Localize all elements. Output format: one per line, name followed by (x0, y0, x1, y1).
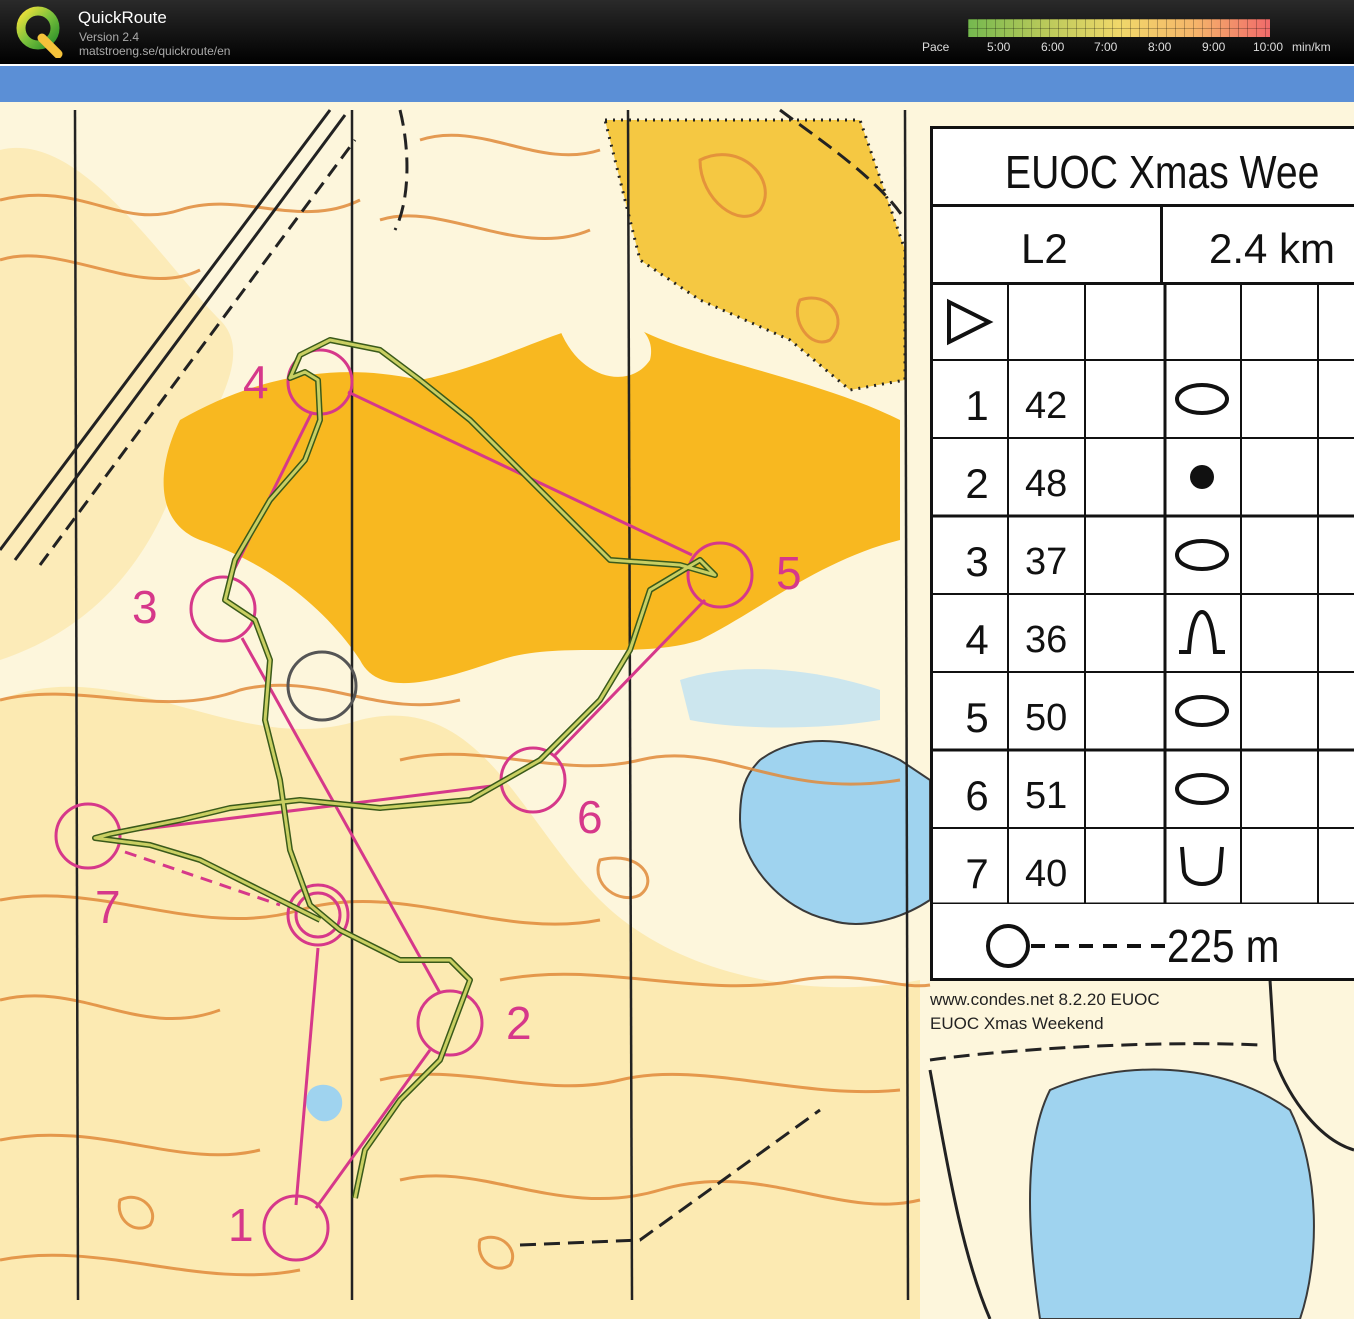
control-label: 1 (228, 1199, 254, 1251)
pace-tick: 5:00 (987, 40, 1011, 54)
lake (1029, 1068, 1315, 1319)
map-top-edge (0, 66, 1354, 102)
control-number: 6 (965, 772, 989, 819)
app-name: QuickRoute (78, 8, 167, 27)
control-code: 36 (1025, 619, 1068, 661)
app-header-bar: QuickRoute Version 2.4 matstroeng.se/qui… (0, 0, 1354, 64)
course-name: L2 (1021, 225, 1068, 272)
control-number: 3 (965, 538, 989, 585)
pace-label: Pace (922, 40, 950, 54)
control-description-sheet: EUOC Xmas Wee L2 2.4 km 1 42 2 48 3 37 4… (930, 126, 1354, 981)
pace-tick: 10:00 (1253, 40, 1284, 54)
control-label: 7 (95, 881, 121, 933)
pace-tick: 6:00 (1041, 40, 1065, 54)
control-code: 42 (1025, 385, 1068, 427)
oval-icon (1175, 695, 1229, 727)
finish-circle-icon (986, 924, 1030, 968)
control-code: 50 (1025, 697, 1068, 739)
pace-scale-grid (968, 19, 1270, 37)
control-number: 4 (965, 616, 989, 663)
control-code: 48 (1025, 463, 1068, 505)
control-number: 1 (965, 382, 989, 429)
pace-tick: 9:00 (1202, 40, 1226, 54)
event-title: EUOC Xmas Wee (1005, 146, 1320, 198)
cup-icon (1180, 846, 1224, 886)
control-number: 5 (965, 694, 989, 741)
control-code: 40 (1025, 853, 1068, 895)
app-url: matstroeng.se/quickroute/en (79, 44, 231, 58)
app-version: Version 2.4 (79, 30, 140, 44)
dot-icon (1190, 465, 1214, 489)
control-label: 3 (132, 581, 158, 633)
finish-distance: 225 m (1167, 920, 1280, 972)
control-code: 37 (1025, 541, 1068, 583)
control-label: 5 (776, 547, 802, 599)
pace-tick: 7:00 (1094, 40, 1118, 54)
quickroute-logo-icon (16, 6, 63, 58)
finish-distance-line (986, 924, 1168, 968)
oval-icon (1175, 773, 1229, 805)
map-credit: www.condes.net 8.2.20 EUOC (930, 990, 1160, 1009)
control-label: 2 (506, 997, 532, 1049)
control-number: 2 (965, 460, 989, 507)
pace-unit: min/km (1292, 40, 1331, 54)
oval-icon (1175, 539, 1229, 571)
control-number: 7 (965, 850, 989, 897)
map-credit: EUOC Xmas Weekend (930, 1014, 1104, 1033)
control-label: 6 (577, 791, 603, 843)
control-label: 4 (243, 356, 269, 408)
control-code: 51 (1025, 775, 1068, 817)
knoll-icon (1179, 609, 1225, 654)
oval-icon (1175, 383, 1229, 415)
pace-tick: 8:00 (1148, 40, 1172, 54)
course-length: 2.4 km (1209, 225, 1336, 272)
start-triangle-icon (947, 298, 994, 346)
